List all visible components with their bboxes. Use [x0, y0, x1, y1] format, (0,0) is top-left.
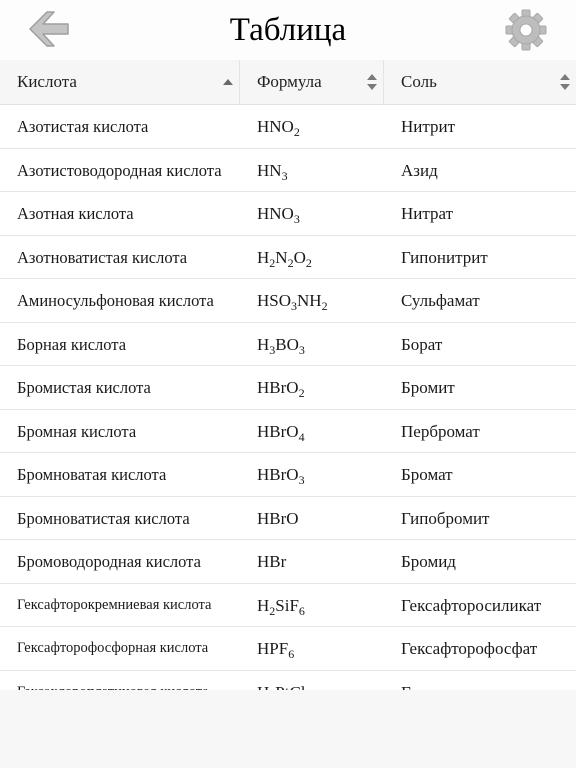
formula-cell: HBrO	[257, 508, 299, 528]
formula-cell: HBrO4	[257, 421, 305, 444]
table-row[interactable]: Азотная кислота HNO3 Нитрат	[0, 192, 576, 236]
gear-icon[interactable]	[504, 8, 548, 52]
acid-name-cell: Гексафторокремниевая кислота	[17, 596, 212, 613]
table-row[interactable]: Бромноватистая кислота HBrO Гипобромит	[0, 497, 576, 540]
formula-cell: HN3	[257, 160, 288, 183]
table-row[interactable]: Гексахлороплатиновая кислота H2PtCl6 Гекса…	[0, 671, 576, 691]
page-title: Таблица	[229, 12, 347, 48]
table-row[interactable]: Азотистоводородная кислота HN3 Азид	[0, 149, 576, 192]
acid-name-cell: Аминосульфоновая кислота	[17, 291, 214, 310]
salt-name-cell: Бромит	[401, 378, 455, 397]
bottom-bar	[0, 690, 576, 768]
table-row[interactable]: Бромистая кислота HBrO2 Бромит	[0, 366, 576, 410]
salt-name-cell: Гексафторофосфат	[401, 639, 538, 658]
acid-name-cell: Азотная кислота	[17, 204, 134, 223]
column-header-label: Кислота	[17, 72, 77, 91]
salt-name-cell: Азид	[401, 160, 438, 180]
formula-cell: HNO2	[257, 117, 300, 139]
salt-name-cell: Бромид	[401, 552, 456, 571]
acid-name-cell: Азотистая кислота	[17, 117, 149, 136]
acid-name-cell: Бромистая кислота	[17, 378, 151, 397]
column-header-formula[interactable]: Формула	[240, 60, 384, 104]
table-row[interactable]: Борная кислота H3BO3 Борат	[0, 323, 576, 366]
acid-table-body: Азотистая кислота HNO2 Нитрит Азотистоводор…	[0, 105, 576, 690]
table-row[interactable]: Азотноватистая кислота H2N2O2 Гипонитрит	[0, 236, 576, 279]
salt-name-cell: Нитрит	[401, 117, 456, 136]
formula-cell: H2N2O2	[257, 247, 312, 270]
acid-name-cell: Борная кислота	[17, 334, 127, 354]
acid-name-cell: Бромоводородная кислота	[17, 552, 201, 571]
acid-name-cell: Гексахлороплатиновая кислота	[17, 671, 209, 691]
formula-cell: H3BO3	[257, 334, 305, 357]
table-row[interactable]: Бромноватая кислота HBrO3 Бромат	[0, 453, 576, 497]
acid-name-cell: Азотистоводородная кислота	[17, 160, 222, 180]
formula-cell: HBrO2	[257, 378, 305, 400]
formula-cell: H2SiF6	[257, 595, 305, 618]
navigation-bar: Таблица	[0, 0, 576, 60]
formula-cell: HBr	[257, 552, 287, 571]
salt-name-cell: Пербромат	[401, 421, 480, 441]
acid-name-cell: Гексафторофосфорная кислота	[17, 640, 209, 656]
formula-cell: H2PtCl6	[257, 671, 312, 691]
formula-cell: HPF6	[257, 639, 295, 661]
acid-name-cell: Бромная кислота	[17, 421, 137, 441]
salt-name-cell: Сульфамат	[401, 291, 480, 310]
sort-icon	[367, 74, 377, 90]
table-row[interactable]: Аминосульфоновая кислота HSO3NH2 Сульфамат	[0, 279, 576, 323]
salt-name-cell: Борат	[401, 334, 443, 354]
table-row[interactable]: Бромная кислота HBrO4 Пербромат	[0, 410, 576, 453]
salt-name-cell: Нитрат	[401, 204, 454, 223]
acid-name-cell: Бромноватистая кислота	[17, 508, 190, 528]
table-row[interactable]: Гексафторофосфорная кислота HPF6 Гексафтор…	[0, 627, 576, 671]
table-row[interactable]: Азотистая кислота HNO2 Нитрит	[0, 105, 576, 149]
column-header-label: Формула	[257, 72, 322, 91]
formula-cell: HSO3NH2	[257, 291, 328, 313]
table-header: Кислота Формула Соль	[0, 60, 576, 105]
column-header-salt[interactable]: Соль	[384, 60, 576, 104]
formula-cell: HNO3	[257, 204, 300, 226]
table-row[interactable]: Гексафторокремниевая кислота H2SiF6 Гексаф…	[0, 584, 576, 627]
salt-name-cell: Гексахлороплатинат	[401, 671, 548, 691]
salt-name-cell: Бромат	[401, 465, 453, 484]
column-header-label: Соль	[401, 72, 437, 91]
column-header-acid[interactable]: Кислота	[0, 60, 240, 104]
salt-name-cell: Гипонитрит	[401, 247, 488, 267]
salt-name-cell: Гипобромит	[401, 508, 490, 528]
acid-name-cell: Бромноватая кислота	[17, 465, 167, 484]
sort-ascending-icon	[223, 79, 233, 85]
acid-name-cell: Азотноватистая кислота	[17, 247, 188, 267]
formula-cell: HBrO3	[257, 465, 305, 487]
table-row[interactable]: Бромоводородная кислота HBr Бромид	[0, 540, 576, 584]
sort-icon	[560, 74, 570, 90]
salt-name-cell: Гексафторосиликат	[401, 595, 542, 615]
